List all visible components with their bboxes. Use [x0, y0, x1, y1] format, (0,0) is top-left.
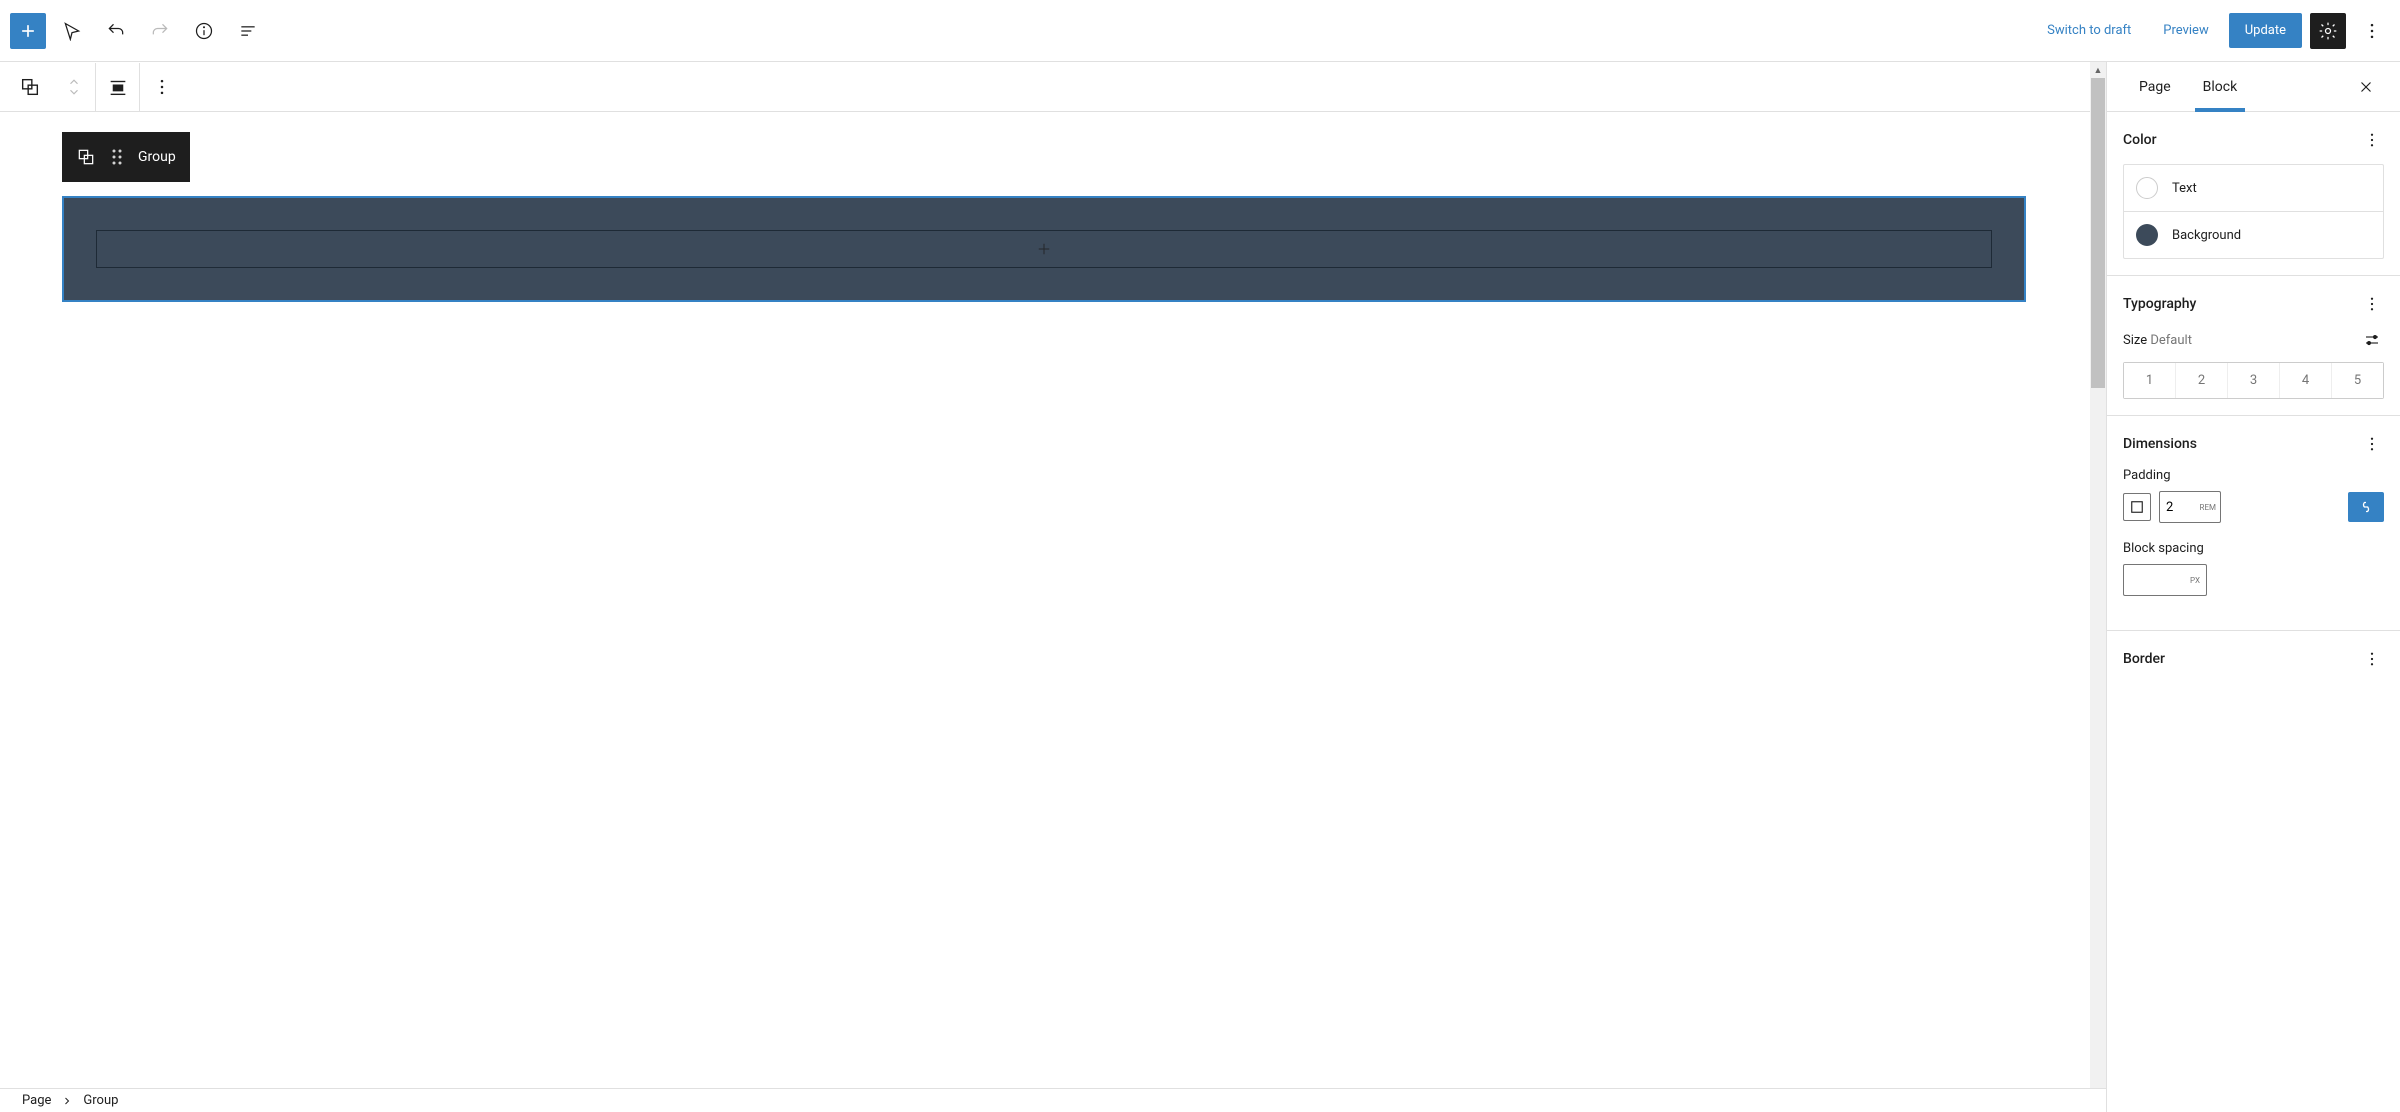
color-panel-menu[interactable] [2360, 128, 2384, 152]
breadcrumb: Page Group [0, 1088, 2106, 1112]
editor-canvas-wrap: Group ▲ ▼ Page Group [0, 62, 2106, 1112]
more-options-button[interactable] [2354, 13, 2390, 49]
toolbar-right: Switch to draft Preview Update [2035, 13, 2390, 49]
info-button[interactable] [186, 13, 222, 49]
group-appender[interactable] [96, 230, 1992, 268]
block-mover[interactable] [52, 63, 96, 111]
size-label: Size Default [2123, 333, 2192, 348]
breadcrumb-root[interactable]: Page [22, 1093, 51, 1108]
add-block-button[interactable] [10, 13, 46, 49]
block-align-button[interactable] [96, 63, 140, 111]
custom-size-toggle[interactable] [2360, 328, 2384, 352]
color-panel: Color Text Background [2107, 112, 2400, 276]
padding-unit[interactable]: REM [2200, 503, 2216, 512]
switch-to-draft-button[interactable]: Switch to draft [2035, 15, 2143, 46]
color-list: Text Background [2123, 164, 2384, 259]
size-presets: 1 2 3 4 5 [2123, 362, 2384, 399]
size-1[interactable]: 1 [2124, 363, 2175, 398]
canvas-scrollbar[interactable]: ▲ ▼ [2090, 62, 2106, 1112]
dimensions-panel: Dimensions Padding REM Block spacing [2107, 416, 2400, 631]
settings-button[interactable] [2310, 13, 2346, 49]
settings-sidebar: Page Block Color Text Backgr [2106, 62, 2400, 1112]
color-panel-title: Color [2123, 132, 2157, 148]
preview-button[interactable]: Preview [2151, 15, 2220, 46]
undo-button[interactable] [98, 13, 134, 49]
dimensions-panel-title: Dimensions [2123, 436, 2197, 452]
breadcrumb-current[interactable]: Group [83, 1093, 118, 1108]
select-tool-button[interactable] [54, 13, 90, 49]
block-floating-label: Group [62, 132, 190, 182]
padding-label: Padding [2123, 468, 2384, 483]
color-background-label: Background [2172, 228, 2241, 243]
redo-button[interactable] [142, 13, 178, 49]
update-button[interactable]: Update [2229, 13, 2302, 48]
background-color-swatch [2136, 224, 2158, 246]
sidebar-tabs: Page Block [2107, 62, 2400, 112]
padding-sides-button[interactable] [2123, 493, 2151, 521]
color-background-row[interactable]: Background [2124, 211, 2383, 258]
color-text-label: Text [2172, 181, 2197, 196]
block-label-text: Group [138, 149, 176, 165]
block-more-options[interactable] [140, 63, 184, 111]
chevron-right-icon [61, 1095, 73, 1107]
text-color-swatch [2136, 177, 2158, 199]
drag-handle-icon[interactable] [110, 148, 124, 166]
padding-value-field[interactable] [2166, 500, 2192, 515]
block-spacing-input[interactable]: PX [2123, 564, 2207, 596]
padding-input[interactable]: REM [2159, 491, 2221, 523]
size-3[interactable]: 3 [2227, 363, 2279, 398]
group-icon [76, 147, 96, 167]
plus-icon [1035, 240, 1053, 258]
size-2[interactable]: 2 [2175, 363, 2227, 398]
size-5[interactable]: 5 [2331, 363, 2383, 398]
tab-page[interactable]: Page [2123, 62, 2187, 111]
close-sidebar-button[interactable] [2348, 69, 2384, 105]
block-spacing-unit[interactable]: PX [2190, 576, 2200, 585]
typography-panel-title: Typography [2123, 296, 2196, 312]
block-parent-selector[interactable] [8, 63, 52, 111]
typography-panel-menu[interactable] [2360, 292, 2384, 316]
scroll-up-arrow[interactable]: ▲ [2090, 62, 2106, 78]
block-contextual-toolbar [0, 62, 2106, 112]
list-view-button[interactable] [230, 13, 266, 49]
toolbar-left [10, 13, 266, 49]
block-spacing-label: Block spacing [2123, 541, 2384, 556]
color-text-row[interactable]: Text [2124, 165, 2383, 211]
top-toolbar: Switch to draft Preview Update [0, 0, 2400, 62]
dimensions-panel-menu[interactable] [2360, 432, 2384, 456]
typography-panel: Typography Size Default 1 2 3 4 5 [2107, 276, 2400, 416]
border-panel: Border [2107, 631, 2400, 687]
border-panel-menu[interactable] [2360, 647, 2384, 671]
border-panel-title: Border [2123, 651, 2165, 667]
scroll-thumb[interactable] [2091, 78, 2105, 388]
tab-block[interactable]: Block [2187, 62, 2254, 111]
group-block[interactable] [62, 196, 2026, 302]
editor-canvas[interactable]: Group [0, 112, 2106, 1112]
size-4[interactable]: 4 [2279, 363, 2331, 398]
padding-link-button[interactable] [2348, 492, 2384, 522]
